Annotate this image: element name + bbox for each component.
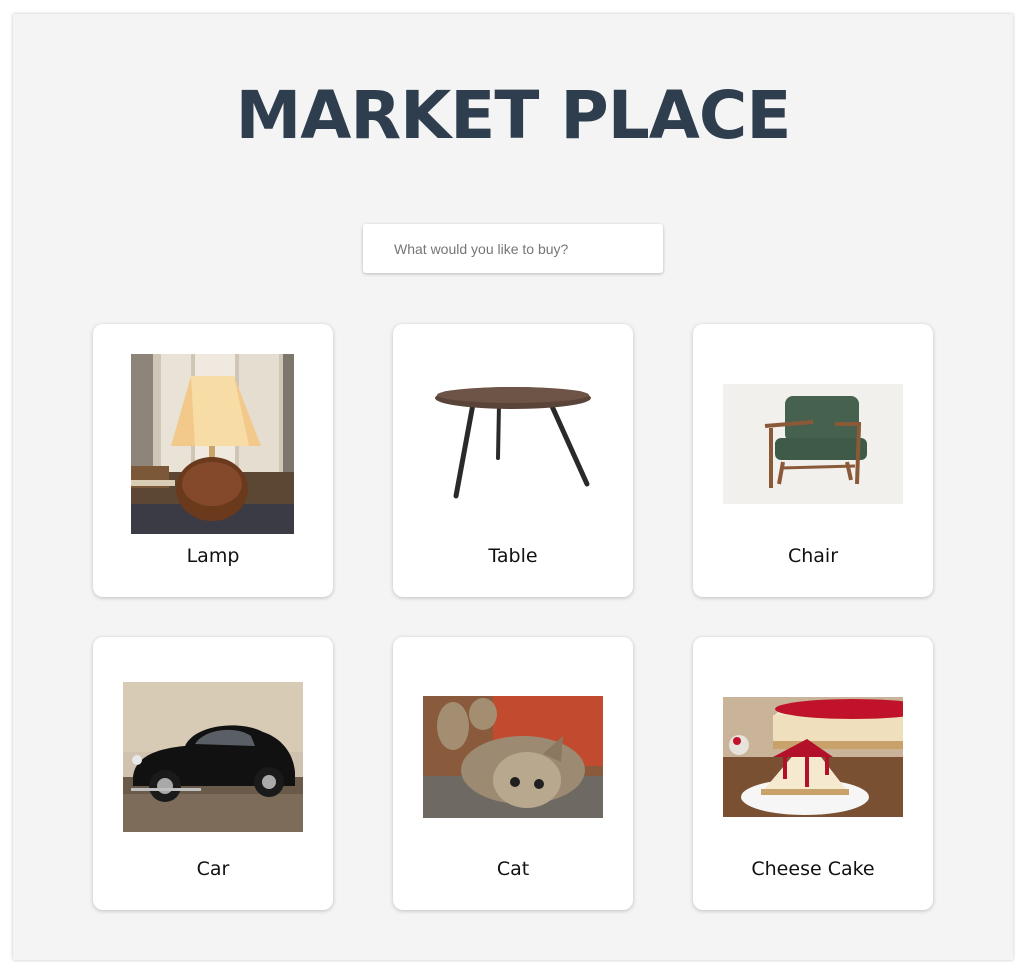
product-card-table[interactable]: Table (393, 324, 633, 597)
product-name: Table (488, 545, 538, 567)
product-name: Cheese Cake (751, 858, 875, 880)
product-name: Car (196, 858, 230, 880)
product-card-cheese-cake[interactable]: Cheese Cake (693, 637, 933, 910)
product-card-cat[interactable]: Cat (393, 637, 633, 910)
chair-image (723, 384, 903, 504)
page-title: MARKET PLACE (235, 77, 792, 154)
product-name: Chair (787, 545, 839, 567)
lamp-image (131, 354, 294, 534)
car-image (123, 682, 303, 832)
search-input[interactable] (363, 224, 663, 273)
marketplace-panel: MARKET PLACE Lamp (13, 14, 1013, 960)
product-card-lamp[interactable]: Lamp (93, 324, 333, 597)
cheese-cake-image (723, 697, 903, 817)
product-name: Lamp (186, 545, 240, 567)
product-card-chair[interactable]: Chair (693, 324, 933, 597)
table-image (431, 374, 594, 504)
cat-image (423, 696, 603, 818)
product-card-car[interactable]: Car (93, 637, 333, 910)
product-name: Cat (496, 858, 530, 880)
